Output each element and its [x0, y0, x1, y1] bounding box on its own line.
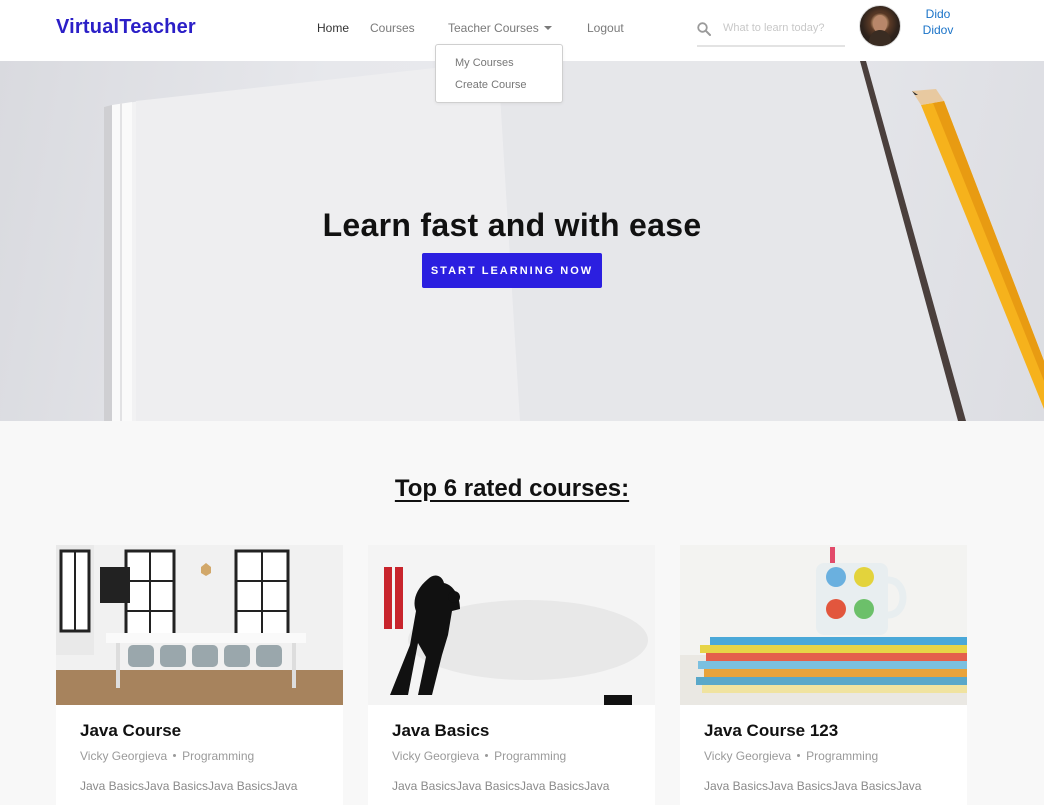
section-title: Top 6 rated courses: — [394, 475, 630, 502]
course-description: Java BasicsJava BasicsJava BasicsJava — [392, 779, 610, 793]
course-teacher: Vicky Georgieva — [80, 749, 168, 763]
course-category: Programming — [494, 749, 567, 763]
course-title[interactable]: Java Basics — [392, 721, 489, 741]
start-learning-button[interactable]: START LEARNING NOW — [422, 253, 602, 288]
brand-logo[interactable]: VirtualTeacher — [56, 16, 196, 39]
course-meta: Vicky Georgieva Programming — [704, 749, 878, 763]
dropdown-item-my-courses[interactable]: My Courses — [455, 57, 514, 69]
course-card[interactable]: Java Basics Vicky Georgieva Programming J… — [368, 545, 655, 805]
nav-teacher-courses[interactable]: Teacher Courses — [448, 21, 552, 35]
search-icon[interactable] — [697, 22, 711, 36]
course-title[interactable]: Java Course 123 — [704, 721, 838, 741]
course-category: Programming — [182, 749, 255, 763]
separator-dot-icon — [485, 754, 489, 757]
course-teacher: Vicky Georgieva — [704, 749, 792, 763]
search-input[interactable] — [723, 19, 845, 37]
user-profile-link[interactable]: Dido Didov — [915, 6, 961, 38]
dropdown-item-create-course[interactable]: Create Course — [455, 79, 527, 91]
hero-banner: Learn fast and with ease START LEARNING … — [0, 61, 1044, 421]
course-description: Java BasicsJava BasicsJava BasicsJava — [704, 779, 922, 793]
course-category: Programming — [806, 749, 879, 763]
course-meta: Vicky Georgieva Programming — [392, 749, 566, 763]
user-avatar[interactable] — [859, 5, 901, 47]
course-card[interactable]: Java Course 123 Vicky Georgieva Programmi… — [680, 545, 967, 805]
course-image-boxing[interactable] — [368, 545, 655, 705]
course-description: Java BasicsJava BasicsJava BasicsJava — [80, 779, 298, 793]
nav-teacher-courses-label: Teacher Courses — [448, 21, 539, 35]
user-last-name: Didov — [922, 23, 954, 37]
course-teacher: Vicky Georgieva — [392, 749, 480, 763]
separator-dot-icon — [797, 754, 801, 757]
course-title[interactable]: Java Course — [80, 721, 181, 741]
separator-dot-icon — [173, 754, 177, 757]
course-image-books-mug[interactable] — [680, 545, 967, 705]
nav-logout[interactable]: Logout — [587, 21, 624, 35]
caret-down-icon — [543, 26, 552, 30]
course-image-meeting-room[interactable] — [56, 545, 343, 705]
course-meta: Vicky Georgieva Programming — [80, 749, 254, 763]
nav-home[interactable]: Home — [317, 21, 349, 35]
teacher-courses-dropdown: My Courses Create Course — [435, 44, 563, 103]
user-first-name: Dido — [925, 7, 951, 21]
hero-title: Learn fast and with ease — [322, 207, 702, 243]
search-box — [697, 14, 845, 47]
course-card[interactable]: Java Course Vicky Georgieva Programming J… — [56, 545, 343, 805]
nav-courses[interactable]: Courses — [370, 21, 415, 35]
